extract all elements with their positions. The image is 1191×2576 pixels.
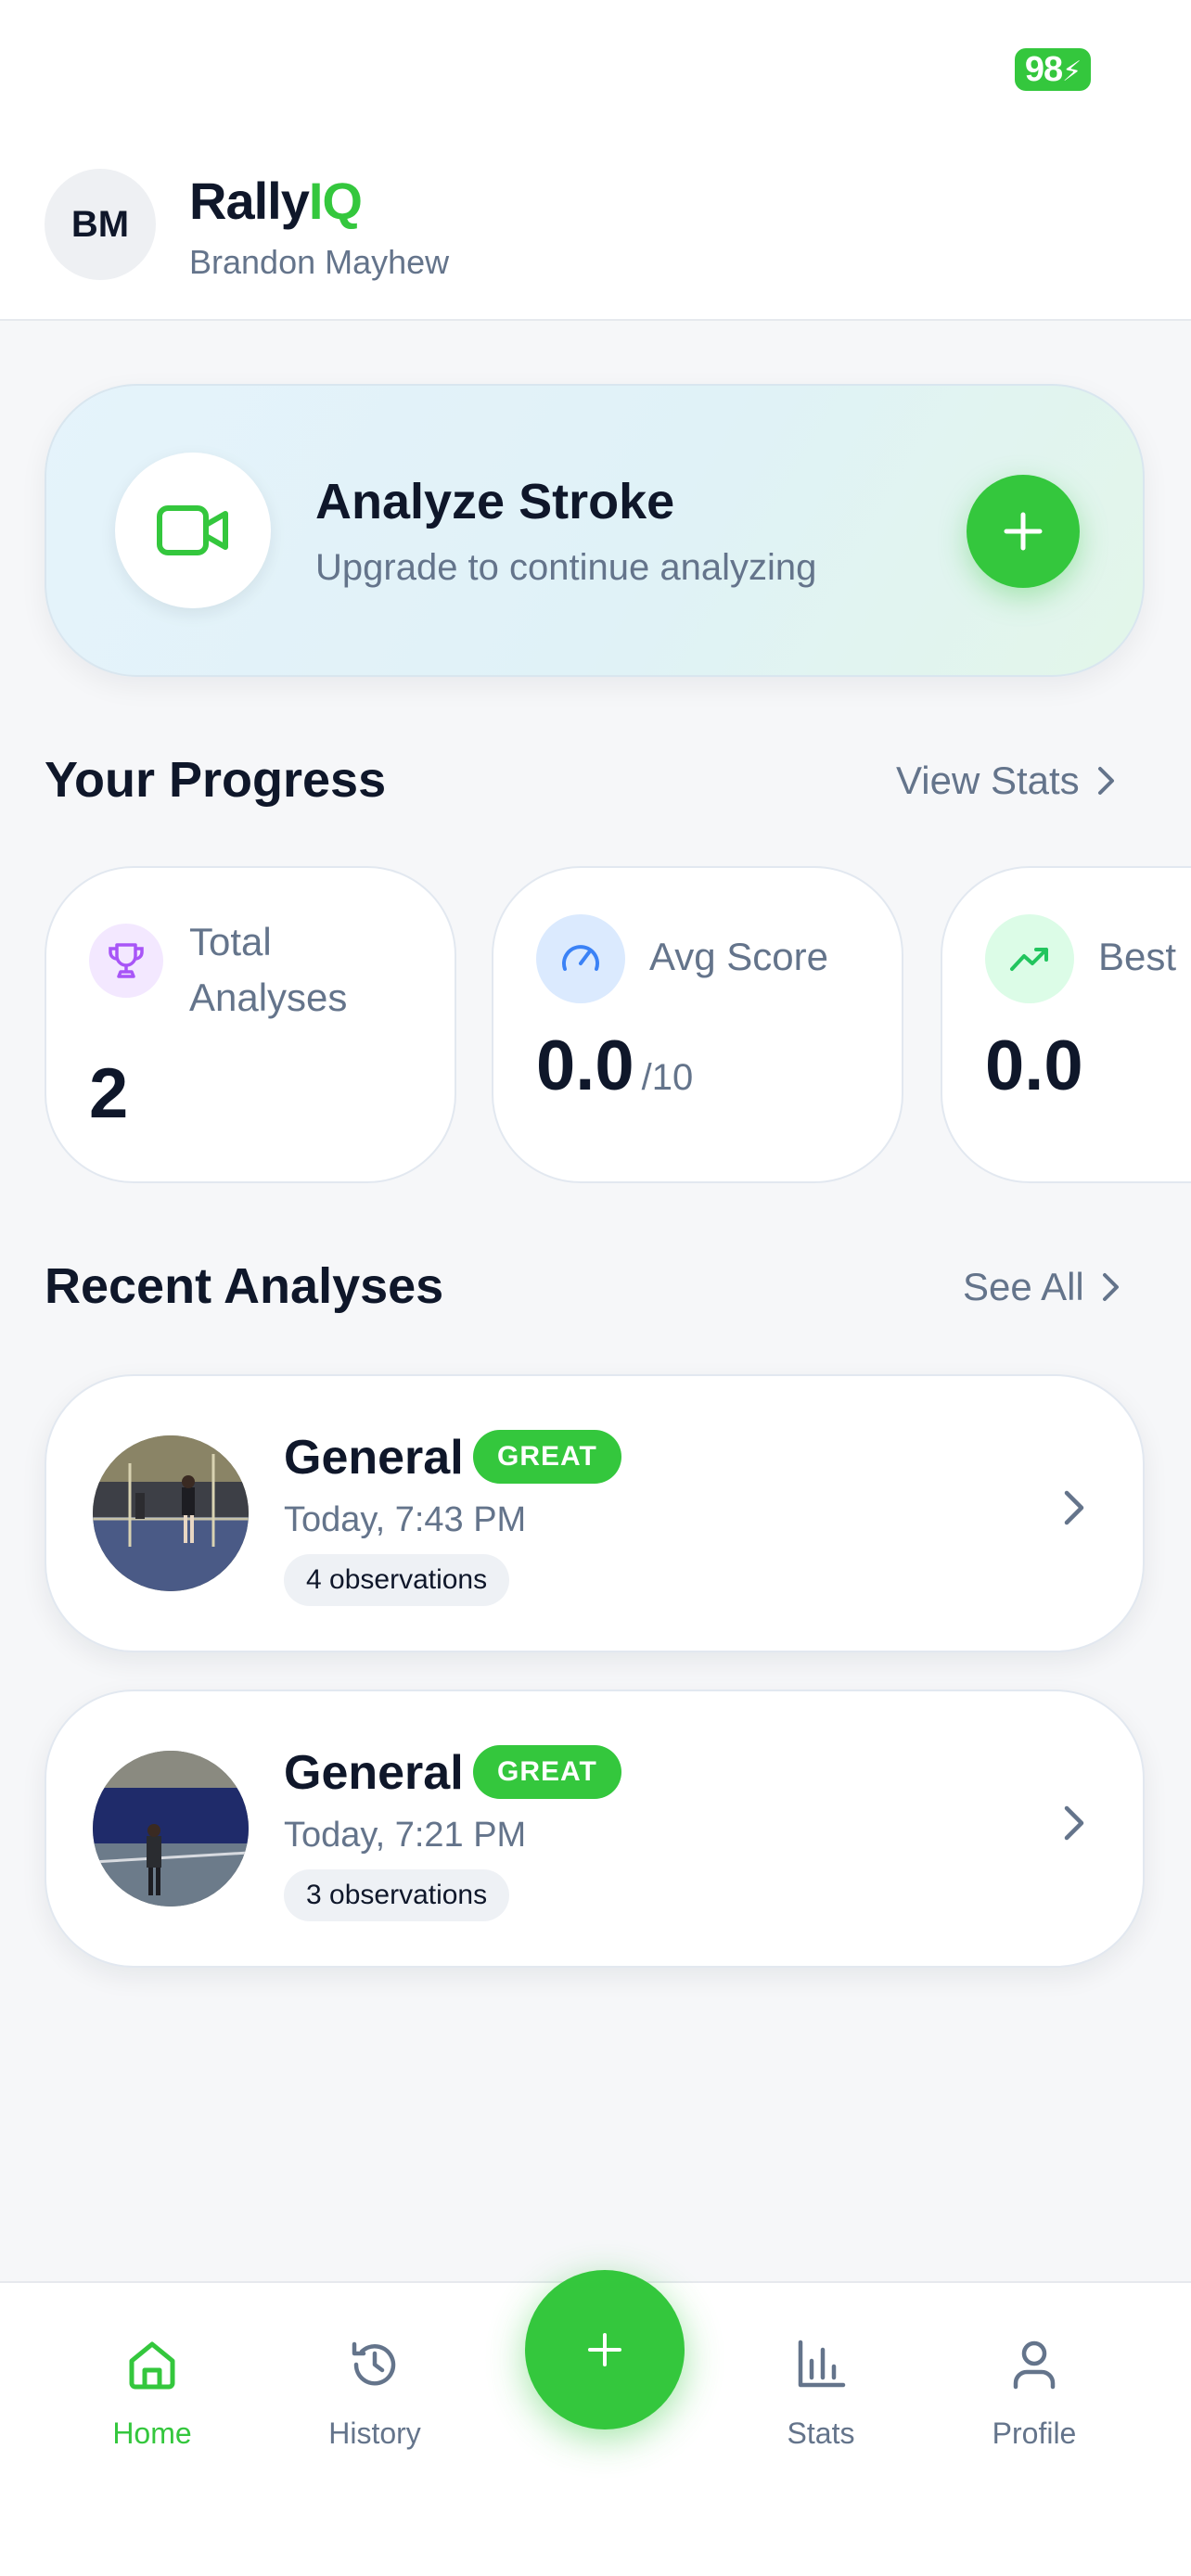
progress-cards-row[interactable]: Total Analyses 2 Avg Score 0.0/10 Best 0… xyxy=(0,866,1191,1185)
plus-icon xyxy=(1004,512,1043,551)
new-analysis-fab[interactable] xyxy=(525,2270,685,2429)
avatar[interactable]: BM xyxy=(45,169,156,280)
view-stats-link[interactable]: View Stats xyxy=(896,759,1117,803)
home-screen: 98⚡︎ BM RallyIQ Brandon Mayhew Analyze S… xyxy=(0,0,1191,2576)
view-stats-label: View Stats xyxy=(896,759,1080,802)
observations-chip: 3 observations xyxy=(284,1869,510,1921)
chevron-right-icon xyxy=(1064,1805,1084,1841)
history-icon xyxy=(291,2331,458,2398)
app-title: RallyIQ xyxy=(189,171,363,231)
rating-badge: GREAT xyxy=(473,1430,621,1484)
analyze-title: Analyze Stroke xyxy=(315,474,675,529)
analysis-card[interactable]: General GREAT Today, 7:43 PM 4 observati… xyxy=(45,1374,1145,1652)
app-title-main: Rally xyxy=(189,172,310,230)
avg-score-number: 0.0 xyxy=(536,1027,634,1105)
nav-profile-label: Profile xyxy=(992,2417,1077,2450)
analysis-title: General xyxy=(284,1746,464,1800)
stat-value-total-analyses: 2 xyxy=(89,1054,129,1133)
stat-label-avg-score: Avg Score xyxy=(649,935,828,978)
analyze-subtitle: Upgrade to continue analyzing xyxy=(315,547,817,588)
rating-badge: GREAT xyxy=(473,1745,621,1799)
nav-profile[interactable]: Profile xyxy=(951,2331,1118,2451)
analysis-time: Today, 7:43 PM xyxy=(284,1500,527,1539)
nav-stats[interactable]: Stats xyxy=(737,2331,904,2451)
chevron-right-icon xyxy=(1102,1273,1119,1301)
plus-icon xyxy=(588,2333,621,2366)
stat-card-total-analyses[interactable]: Total Analyses 2 xyxy=(45,866,456,1183)
observations-chip: 4 observations xyxy=(284,1554,510,1606)
user-icon xyxy=(951,2331,1118,2398)
progress-section-title: Your Progress xyxy=(45,752,387,808)
analysis-time: Today, 7:21 PM xyxy=(284,1816,527,1855)
see-all-label: See All xyxy=(963,1265,1084,1308)
see-all-link[interactable]: See All xyxy=(963,1265,1121,1309)
nav-home[interactable]: Home xyxy=(69,2331,236,2451)
nav-home-label: Home xyxy=(112,2417,192,2450)
status-bar: 98⚡︎ xyxy=(0,0,1191,148)
gauge-icon xyxy=(536,914,625,1003)
user-name: Brandon Mayhew xyxy=(189,243,450,281)
stat-value-avg-score: 0.0/10 xyxy=(536,1026,693,1106)
trending-up-icon xyxy=(985,914,1074,1003)
analysis-title: General xyxy=(284,1431,464,1485)
analyze-stroke-card[interactable]: Analyze Stroke Upgrade to continue analy… xyxy=(45,384,1145,677)
stat-card-avg-score[interactable]: Avg Score 0.0/10 xyxy=(492,866,903,1183)
recent-section-title: Recent Analyses xyxy=(45,1258,444,1314)
analysis-card[interactable]: General GREAT Today, 7:21 PM 3 observati… xyxy=(45,1690,1145,1968)
home-icon xyxy=(69,2331,236,2398)
stat-value-best: 0.0 xyxy=(985,1027,1083,1105)
app-title-accent: IQ xyxy=(308,172,363,230)
battery-indicator: 98⚡︎ xyxy=(1015,48,1091,91)
video-camera-icon xyxy=(115,453,271,608)
stat-card-best[interactable]: Best 0.0 xyxy=(941,866,1191,1183)
stat-label-best: Best xyxy=(1098,935,1177,978)
nav-stats-label: Stats xyxy=(787,2417,855,2450)
stat-label-line1: Total xyxy=(189,920,272,963)
stat-label-line2: Analyses xyxy=(189,976,348,1019)
nav-history[interactable]: History xyxy=(291,2331,458,2451)
analysis-thumbnail xyxy=(93,1435,249,1591)
chevron-right-icon xyxy=(1064,1490,1084,1525)
stat-label-total-analyses: Total Analyses xyxy=(189,914,347,1026)
analyze-add-button[interactable] xyxy=(967,475,1080,588)
nav-history-label: History xyxy=(328,2417,421,2450)
chevron-right-icon xyxy=(1097,767,1114,795)
trophy-icon xyxy=(89,924,163,998)
app-header: BM RallyIQ Brandon Mayhew xyxy=(0,148,1191,321)
avg-score-unit: /10 xyxy=(641,1057,694,1098)
bar-chart-icon xyxy=(737,2331,904,2398)
analysis-thumbnail xyxy=(93,1751,249,1906)
